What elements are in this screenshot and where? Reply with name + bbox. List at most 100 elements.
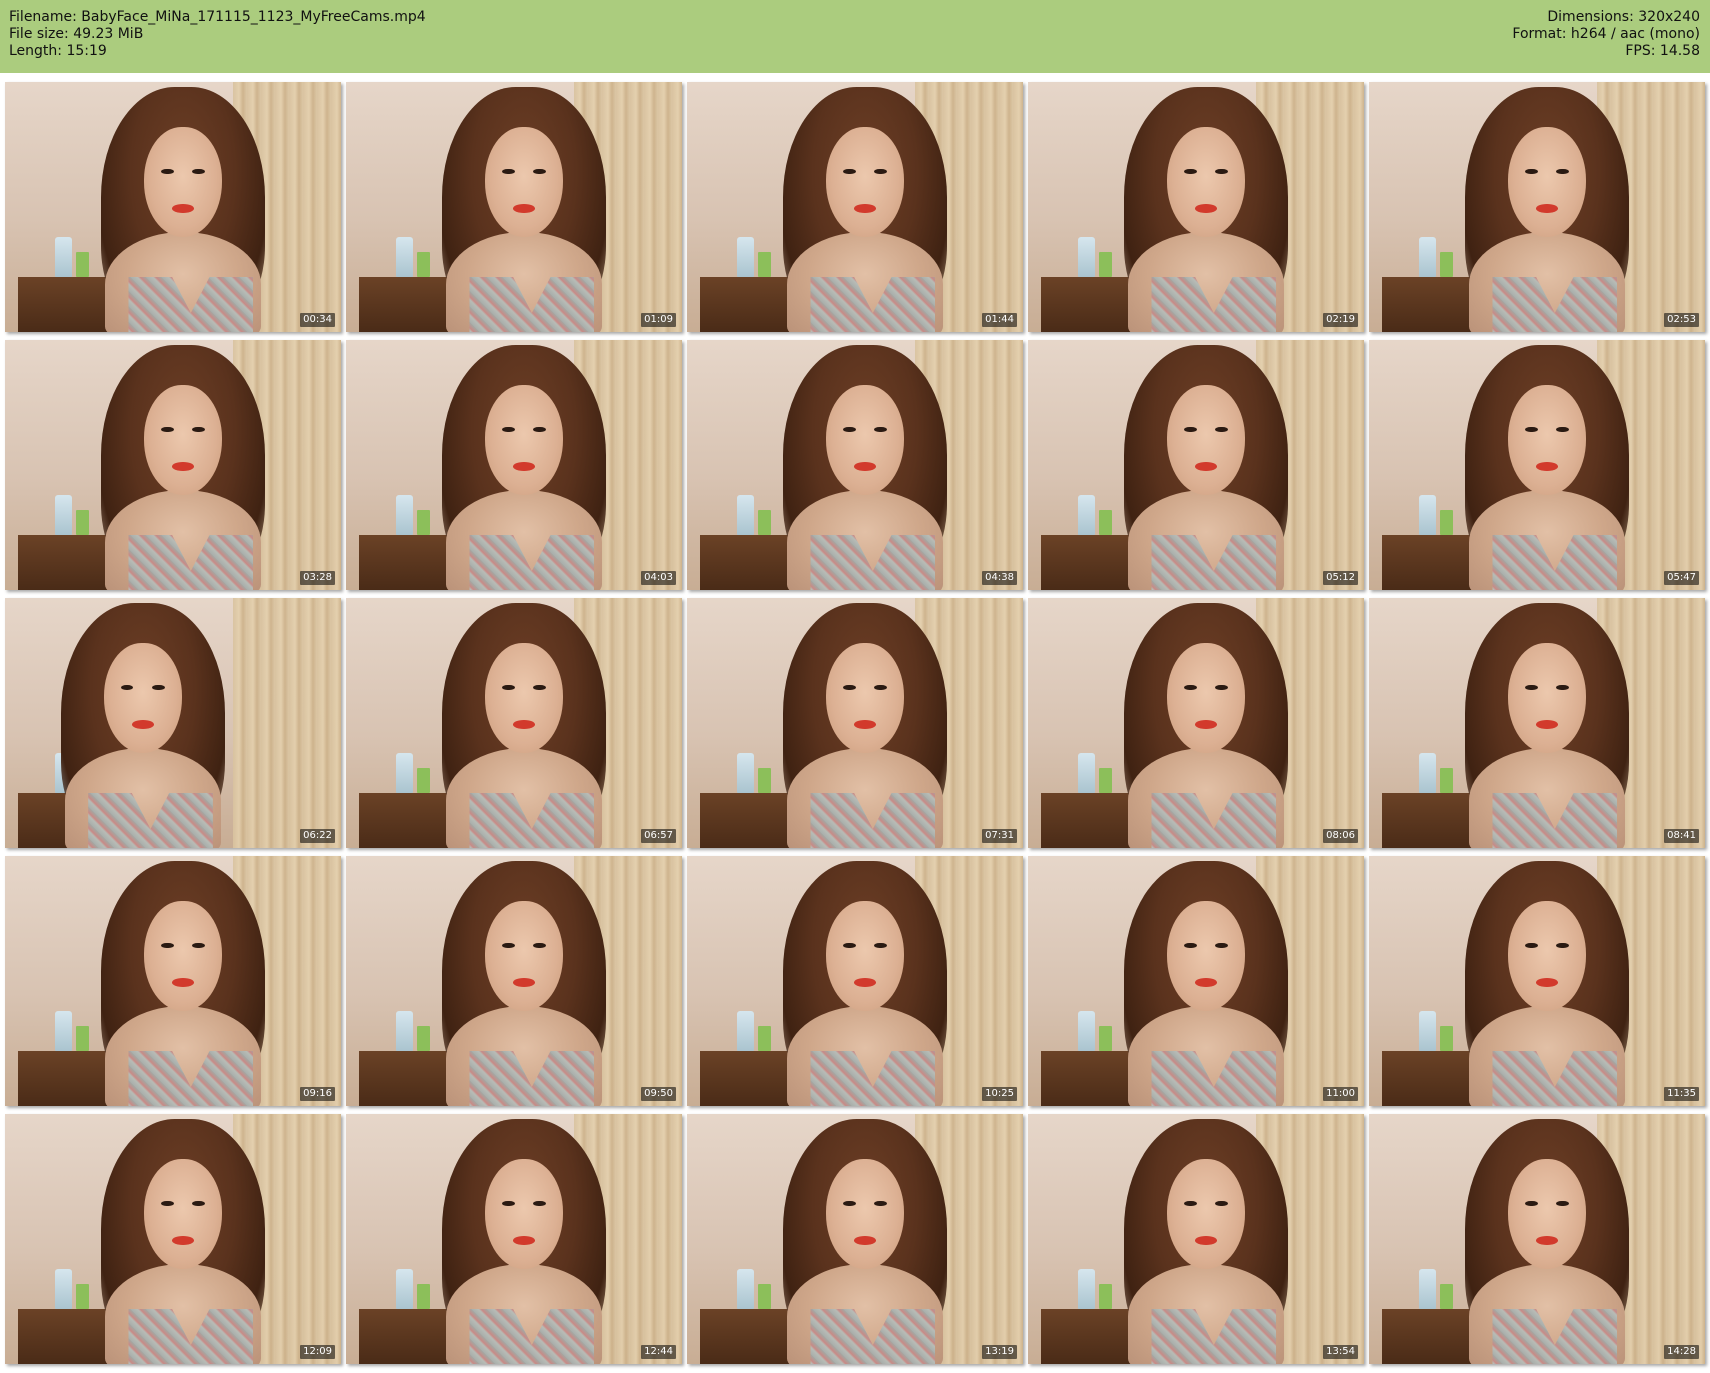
bottle <box>1419 1011 1437 1051</box>
video-thumbnail[interactable]: 02:19 <box>1028 82 1364 332</box>
face <box>485 127 564 237</box>
person-figure <box>1109 598 1304 848</box>
lips <box>854 204 876 213</box>
video-thumbnail[interactable]: 12:44 <box>346 1114 682 1364</box>
video-thumbnail[interactable]: 00:34 <box>5 82 341 332</box>
eye <box>533 1200 546 1207</box>
eye <box>120 684 134 691</box>
video-thumbnail[interactable]: 02:53 <box>1369 82 1705 332</box>
video-thumbnail[interactable]: 08:06 <box>1028 598 1364 848</box>
eye <box>152 684 165 691</box>
filename-label: Filename: BabyFace_MiNa_171115_1123_MyFr… <box>9 9 426 25</box>
video-thumbnail[interactable]: 08:41 <box>1369 598 1705 848</box>
eye <box>843 684 856 691</box>
lips <box>1195 720 1217 729</box>
video-thumbnail[interactable]: 13:19 <box>687 1114 1023 1364</box>
timestamp-label: 00:34 <box>300 313 335 327</box>
person-figure <box>1450 598 1645 848</box>
bottle <box>55 1011 73 1051</box>
video-thumbnail[interactable]: 04:38 <box>687 340 1023 590</box>
video-thumbnail[interactable]: 09:16 <box>5 856 341 1106</box>
eye <box>1556 1200 1569 1207</box>
eye <box>1184 942 1197 949</box>
eye <box>1556 426 1569 433</box>
person-figure <box>86 82 281 332</box>
video-thumbnail[interactable]: 09:50 <box>346 856 682 1106</box>
eye <box>874 168 887 175</box>
video-thumbnail[interactable]: 05:47 <box>1369 340 1705 590</box>
face <box>144 1159 223 1269</box>
eye <box>1525 1200 1538 1207</box>
video-thumbnail[interactable]: 06:22 <box>5 598 341 848</box>
video-thumbnail[interactable]: 10:25 <box>687 856 1023 1106</box>
bottle <box>1419 495 1437 535</box>
video-thumbnail[interactable]: 01:09 <box>346 82 682 332</box>
face <box>1508 385 1587 495</box>
bottle <box>1078 237 1096 277</box>
timestamp-label: 02:53 <box>1664 313 1699 327</box>
video-thumbnail[interactable]: 03:28 <box>5 340 341 590</box>
timestamp-label: 03:28 <box>300 571 335 585</box>
eye <box>843 1200 856 1207</box>
eye <box>1556 684 1569 691</box>
person-figure <box>1109 856 1304 1106</box>
timestamp-label: 14:28 <box>1664 1345 1699 1359</box>
eye <box>1556 168 1569 175</box>
eye <box>874 1200 887 1207</box>
bottle <box>396 237 414 277</box>
timestamp-label: 05:12 <box>1323 571 1358 585</box>
lips <box>1195 978 1217 987</box>
bottle <box>737 1011 755 1051</box>
person-figure <box>1450 856 1645 1106</box>
face <box>1167 127 1246 237</box>
face <box>1167 1159 1246 1269</box>
eye <box>502 942 515 949</box>
bottle <box>737 753 755 793</box>
video-thumbnail[interactable]: 07:31 <box>687 598 1023 848</box>
video-thumbnail[interactable]: 12:09 <box>5 1114 341 1364</box>
eye <box>192 168 205 175</box>
eye <box>1184 168 1197 175</box>
video-thumbnail[interactable]: 14:28 <box>1369 1114 1705 1364</box>
video-thumbnail[interactable]: 11:35 <box>1369 856 1705 1106</box>
lips <box>172 462 194 471</box>
eye <box>874 684 887 691</box>
person-figure <box>1450 82 1645 332</box>
face <box>1508 127 1587 237</box>
video-thumbnail[interactable]: 05:12 <box>1028 340 1364 590</box>
video-thumbnail[interactable]: 01:44 <box>687 82 1023 332</box>
video-thumbnail[interactable]: 13:54 <box>1028 1114 1364 1364</box>
video-thumbnail[interactable]: 04:03 <box>346 340 682 590</box>
lips <box>131 720 154 729</box>
timestamp-label: 06:57 <box>641 829 676 843</box>
lips <box>513 462 535 471</box>
info-left: Filename: BabyFace_MiNa_171115_1123_MyFr… <box>9 9 426 60</box>
person-figure <box>1450 340 1645 590</box>
face <box>485 643 564 753</box>
eye <box>533 684 546 691</box>
person-figure <box>427 82 622 332</box>
person-figure <box>768 856 963 1106</box>
timestamp-label: 01:09 <box>641 313 676 327</box>
lips <box>172 978 194 987</box>
eye <box>1525 168 1538 175</box>
bottle <box>1078 1269 1096 1309</box>
eye <box>843 168 856 175</box>
bottle <box>737 1269 755 1309</box>
timestamp-label: 02:19 <box>1323 313 1358 327</box>
eye <box>1215 942 1228 949</box>
bottle <box>1419 237 1437 277</box>
eye <box>1556 942 1569 949</box>
timestamp-label: 04:38 <box>982 571 1017 585</box>
bottle <box>396 1269 414 1309</box>
person-figure <box>86 340 281 590</box>
timestamp-label: 04:03 <box>641 571 676 585</box>
video-thumbnail[interactable]: 06:57 <box>346 598 682 848</box>
video-thumbnail[interactable]: 11:00 <box>1028 856 1364 1106</box>
face <box>1508 643 1587 753</box>
info-header: Filename: BabyFace_MiNa_171115_1123_MyFr… <box>0 0 1710 73</box>
curtain <box>233 598 341 848</box>
face <box>485 901 564 1011</box>
timestamp-label: 06:22 <box>300 829 335 843</box>
person-figure <box>768 340 963 590</box>
